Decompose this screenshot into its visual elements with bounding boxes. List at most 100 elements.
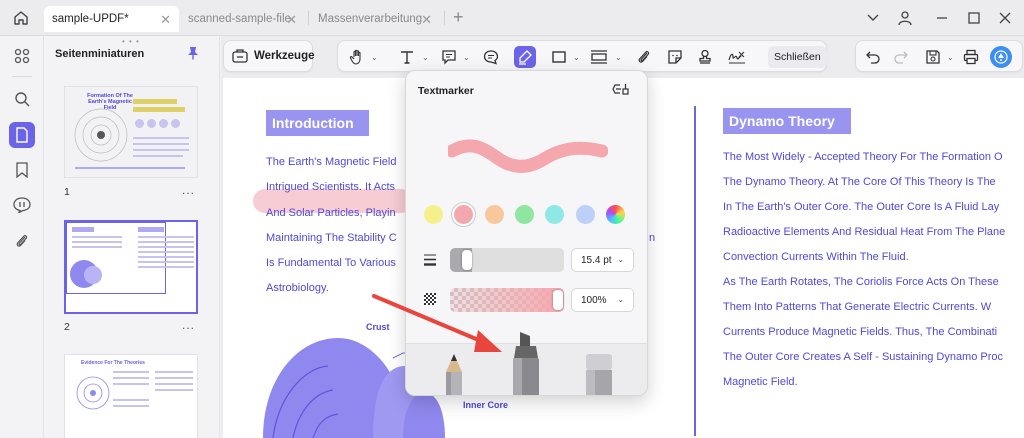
thumb-text-line bbox=[113, 399, 149, 401]
stamp-icon[interactable] bbox=[694, 46, 716, 68]
chevron-down-icon[interactable]: ⌄ bbox=[371, 53, 378, 62]
page-more-button[interactable]: ... bbox=[182, 318, 195, 332]
thumb-text-line bbox=[138, 236, 194, 238]
dynamo-line: As The Earth Rotates, The Coriolis Force… bbox=[723, 276, 999, 288]
tab-label: Massenverarbeitung bbox=[318, 13, 423, 25]
tab-scanned-sample-file[interactable]: scanned-sample-file ✕ bbox=[180, 6, 305, 32]
grid-icon[interactable] bbox=[9, 43, 35, 69]
tool-settings-icon[interactable] bbox=[612, 81, 630, 102]
dynamo-line: Radioactive Elements And Residual Heat F… bbox=[723, 226, 1006, 238]
marker-icon[interactable] bbox=[510, 330, 542, 396]
chevron-down-icon[interactable]: ⌄ bbox=[615, 53, 622, 62]
page-more-button[interactable]: ... bbox=[182, 183, 195, 197]
dynamo-line: The Most Widely - Accepted Theory For Th… bbox=[723, 151, 1003, 163]
color-swatch-green[interactable] bbox=[515, 205, 534, 224]
print-icon[interactable] bbox=[960, 46, 982, 68]
dynamo-line: Magnetic Field. bbox=[723, 376, 798, 388]
thumb-text-line bbox=[155, 389, 193, 391]
search-icon[interactable] bbox=[9, 86, 35, 112]
thumbnail-panel: • • • Seitenminiaturen Formation Of The … bbox=[44, 36, 220, 438]
chevron-down-icon[interactable]: ⌄ bbox=[463, 53, 470, 62]
intro-line: Is Fundamental To Various bbox=[266, 257, 396, 269]
annotation-arrow-icon bbox=[372, 294, 502, 352]
minimize-icon[interactable] bbox=[932, 8, 952, 28]
annotation-toolbar: ⌄ ⌄ ⌄ ⌄ ⌄ Schließen bbox=[337, 40, 827, 72]
dynamo-line: The Dynamo Theory. At The Core Of This T… bbox=[723, 176, 996, 188]
highlighter-icon[interactable] bbox=[514, 46, 536, 68]
popup-title: Textmarker bbox=[418, 85, 474, 97]
page-number: 2 bbox=[64, 321, 70, 333]
thumb-dot bbox=[171, 119, 180, 128]
ai-assistant-icon[interactable] bbox=[990, 46, 1012, 68]
color-swatch-yellow[interactable] bbox=[424, 205, 443, 224]
add-tab-icon[interactable]: + bbox=[453, 7, 464, 28]
line-thickness-icon bbox=[423, 253, 437, 271]
intro-line: Intrigued Scientists. It Acts bbox=[266, 181, 396, 193]
pin-icon[interactable] bbox=[187, 46, 199, 65]
page-thumbnail-1[interactable]: Formation Of The Earth's Magnetic Field bbox=[64, 86, 198, 178]
chevron-down-icon[interactable] bbox=[863, 8, 883, 28]
redo-icon[interactable] bbox=[890, 46, 912, 68]
attachment-icon[interactable] bbox=[633, 46, 655, 68]
page-thumbnail-3[interactable]: Evidence For The Theories bbox=[64, 354, 198, 438]
attachment-icon[interactable] bbox=[9, 228, 35, 254]
thumb-highlight bbox=[133, 107, 185, 112]
rectangle-icon[interactable] bbox=[548, 46, 570, 68]
color-swatch-orange[interactable] bbox=[485, 205, 504, 224]
tools-button[interactable]: Werkzeuge bbox=[223, 40, 315, 72]
close-tab-icon[interactable]: ✕ bbox=[286, 12, 297, 28]
thumb-diagram bbox=[74, 108, 128, 162]
thumb-text-line bbox=[133, 137, 189, 139]
comments-icon[interactable] bbox=[9, 192, 35, 218]
thumb-dot bbox=[159, 119, 168, 128]
tab-massenverarbeitung[interactable]: Massenverarbeitung ✕ bbox=[310, 6, 440, 32]
page-thumbnail-2[interactable] bbox=[64, 220, 198, 314]
eraser-icon[interactable] bbox=[584, 352, 614, 396]
thickness-slider[interactable] bbox=[450, 248, 564, 272]
tab-sample-updf[interactable]: sample-UPDF* ✕ bbox=[44, 6, 179, 32]
intro-line: Astrobiology. bbox=[266, 282, 329, 294]
thumb-heading bbox=[138, 227, 164, 232]
color-swatch-blue[interactable] bbox=[576, 205, 595, 224]
utility-toolbar: ⌄ bbox=[855, 40, 1023, 72]
hand-icon[interactable] bbox=[346, 46, 368, 68]
close-tab-icon[interactable]: ✕ bbox=[421, 12, 432, 28]
thumb-text-line bbox=[133, 155, 183, 157]
tab-divider bbox=[444, 11, 445, 25]
close-window-icon[interactable] bbox=[995, 8, 1015, 28]
toolbox-icon bbox=[232, 49, 248, 68]
chevron-down-icon[interactable]: ⌄ bbox=[947, 53, 954, 62]
save-icon[interactable] bbox=[922, 46, 944, 68]
account-icon[interactable] bbox=[895, 8, 915, 28]
thickness-slider-knob[interactable] bbox=[462, 250, 472, 270]
undo-icon[interactable] bbox=[862, 46, 884, 68]
color-picker-icon[interactable] bbox=[606, 205, 625, 224]
text-box-icon[interactable] bbox=[588, 46, 610, 68]
signature-icon[interactable] bbox=[726, 46, 748, 68]
resize-grip[interactable]: • • • bbox=[122, 37, 140, 46]
opacity-slider-knob[interactable] bbox=[553, 290, 563, 310]
color-swatch-cyan[interactable] bbox=[545, 205, 564, 224]
thumb-text-line bbox=[133, 149, 189, 151]
page-thumbnails-icon[interactable] bbox=[9, 122, 35, 148]
note-icon[interactable] bbox=[438, 46, 460, 68]
text-icon[interactable] bbox=[396, 46, 418, 68]
thumb-title: Evidence For The Theories bbox=[81, 360, 145, 366]
home-icon[interactable] bbox=[10, 7, 32, 29]
comment-icon[interactable] bbox=[480, 46, 502, 68]
close-tools-button[interactable]: Schließen bbox=[768, 46, 827, 68]
thumb-diagram bbox=[76, 376, 110, 410]
color-swatch-pink[interactable] bbox=[454, 205, 473, 224]
thumb-heading bbox=[72, 227, 94, 232]
close-tab-icon[interactable]: ✕ bbox=[160, 12, 171, 28]
thickness-value: 15.4 pt bbox=[581, 254, 612, 266]
bookmark-icon[interactable] bbox=[9, 157, 35, 183]
chevron-down-icon[interactable]: ⌄ bbox=[422, 53, 429, 62]
thickness-dropdown[interactable]: 15.4 pt ⌄ bbox=[571, 248, 634, 272]
chevron-down-icon[interactable]: ⌄ bbox=[573, 53, 580, 62]
opacity-dropdown[interactable]: 100% ⌄ bbox=[571, 288, 634, 312]
maximize-icon[interactable] bbox=[964, 8, 984, 28]
intro-line: Maintaining The Stability C bbox=[266, 232, 397, 244]
sticker-icon[interactable] bbox=[664, 46, 686, 68]
intro-line: The Earth's Magnetic Field bbox=[266, 156, 397, 168]
